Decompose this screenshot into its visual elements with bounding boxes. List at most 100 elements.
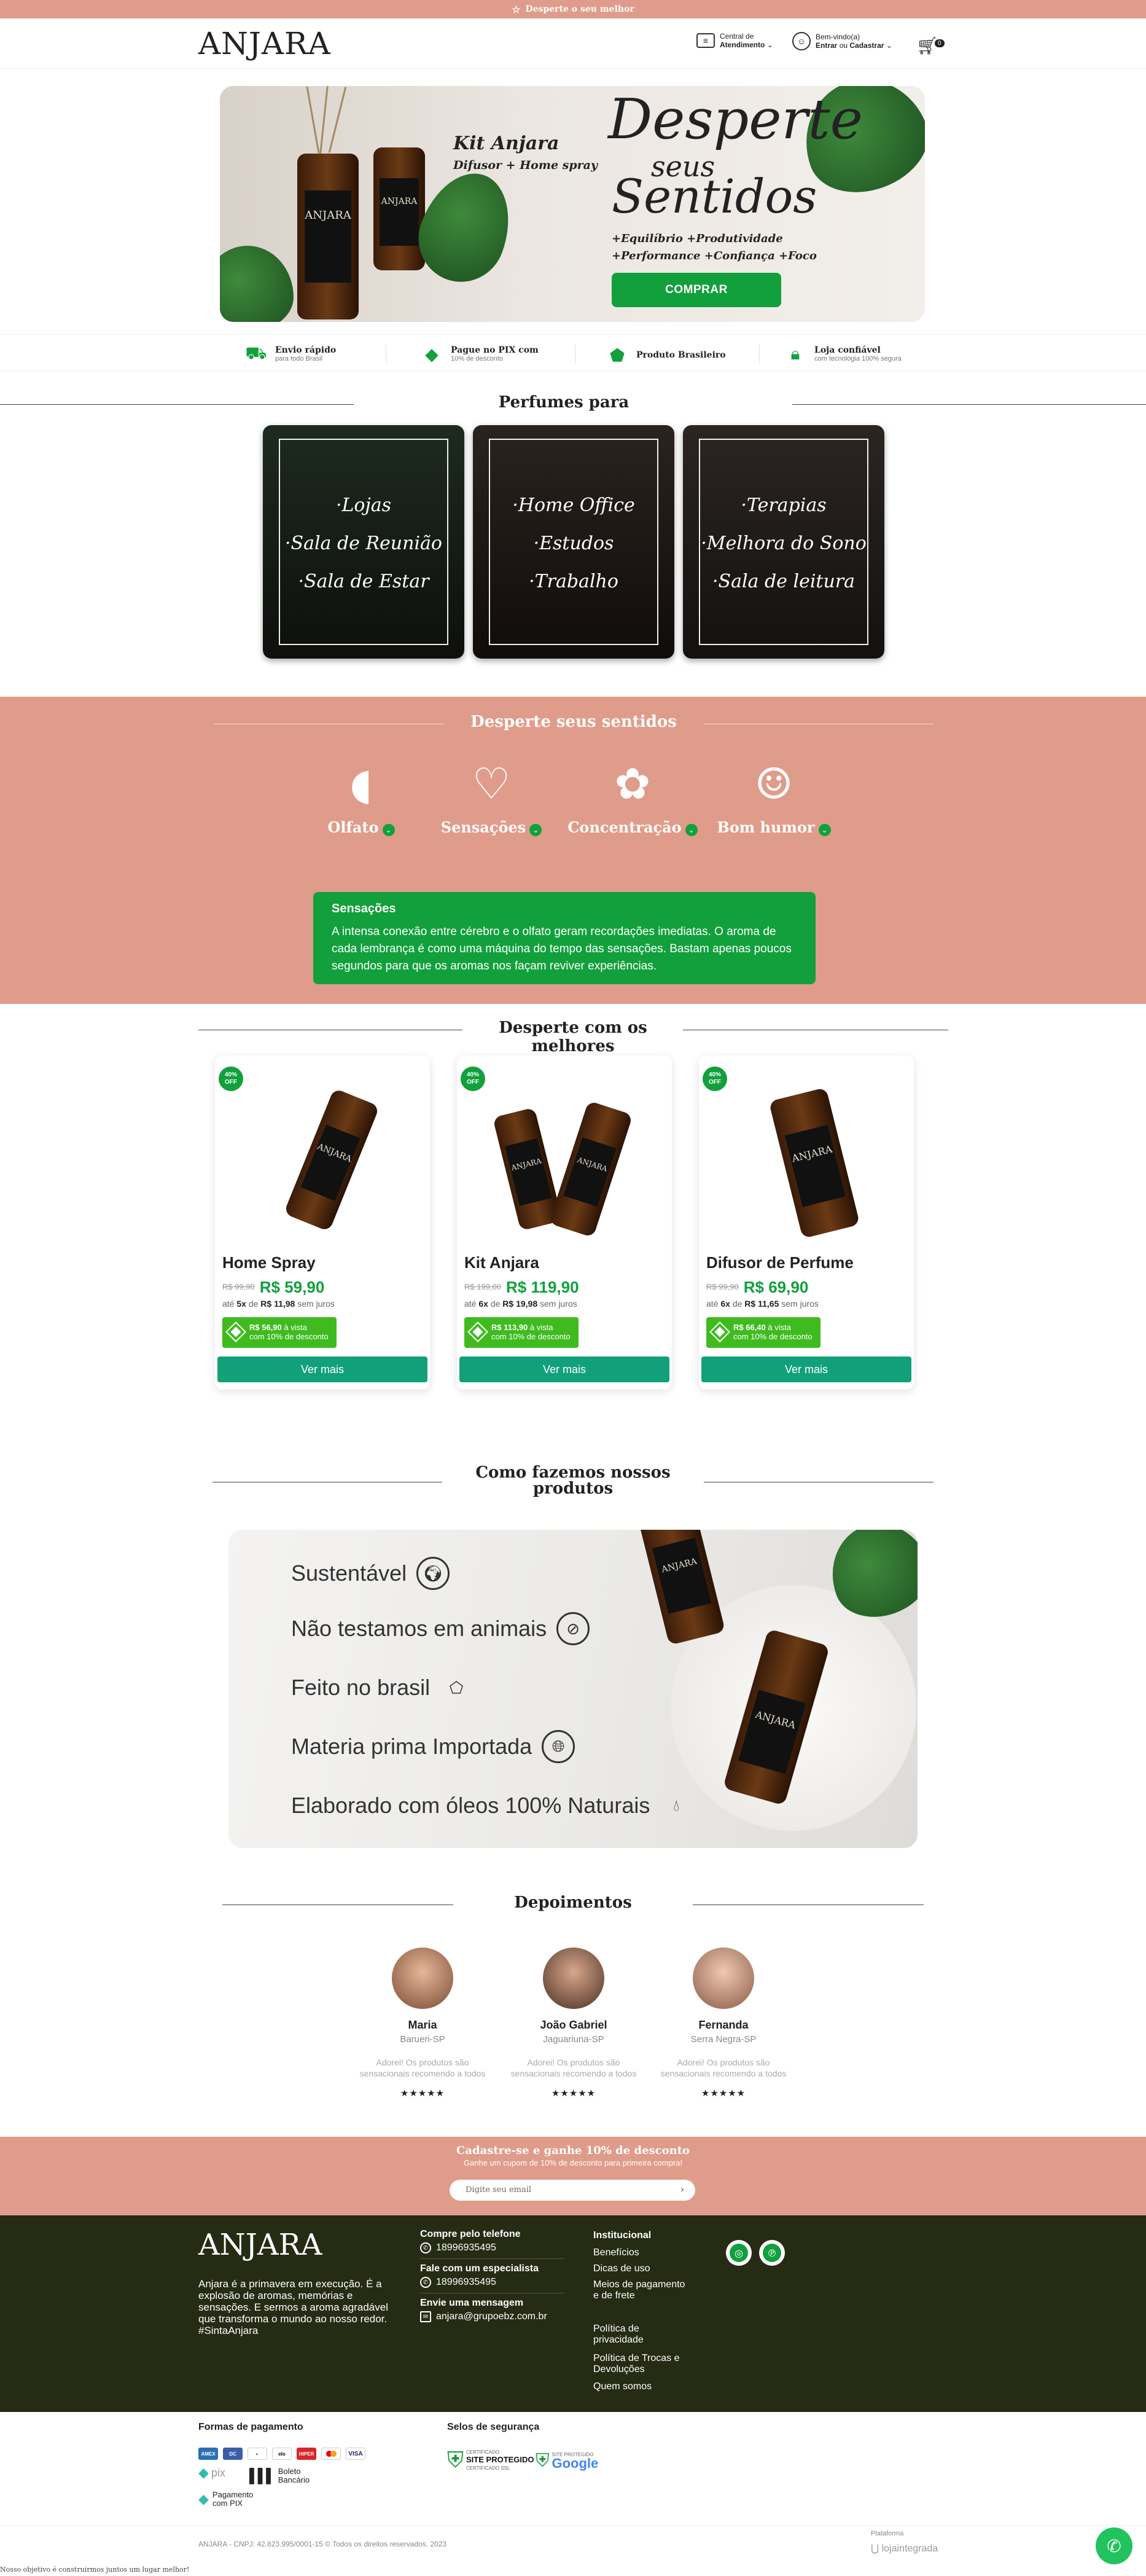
barcode-icon: ▌▌▌ [249,2468,276,2483]
product-card[interactable]: 40% OFF ANJARA Difusor de Perfume R$ 99,9… [699,1055,914,1390]
testimonial-card: João Gabriel Jaguariuna-SP Adorei! Os pr… [506,1948,641,2099]
feature-pix: ◆ Pague no PIX com 10% de desconto [420,343,539,364]
whatsapp-icon: ✆ [1107,2535,1121,2556]
feature-sub: para todo Brasil [275,355,323,362]
footer-logo: ANJARA [198,2228,322,2262]
mastercard-icon [321,2448,341,2460]
feature-brazilian: ⬟ Produto Brasileiro [606,345,726,366]
bottle-label: ANJARA [738,1689,806,1774]
newsletter-email-input[interactable]: Digite seu email › [450,2180,695,2201]
avatar [693,1948,754,2009]
footer-link[interactable]: Meios de pagamento e de frete [593,2279,685,2301]
specialist-phone[interactable]: ✆ 18996935495 [420,2277,496,2288]
product-name[interactable]: Home Spray [222,1253,316,1272]
pix-icon: ◆ [425,343,439,364]
perfume-card[interactable]: ·Terapias ·Melhora do Sono ·Sala de leit… [683,425,884,659]
pix-label: Pagamento com PIX [212,2490,254,2508]
pix-price-badge: R$ 66,40 à vista com 10% de desconto [706,1317,821,1348]
footer-link[interactable]: Política de privacidade [593,2323,655,2346]
diffuser-bottle-image: ANJARA [297,154,359,319]
nose-icon: ◖ [349,759,373,809]
see-more-button[interactable]: Ver mais [459,1357,669,1382]
footer-link[interactable]: Quem somos [593,2381,704,2392]
product-image[interactable]: ANJARA [730,1068,883,1252]
product-image[interactable]: ANJARA ANJARA [488,1068,641,1252]
announcement-text: Desperte o seu melhor [525,4,634,14]
reed-stick [319,86,329,154]
chevron-down-icon: ⌄ [685,823,698,836]
central-line1: Central de [720,32,754,41]
newsletter-subtitle: Ganhe um cupom de 10% de desconto para p… [463,2158,683,2167]
rabbit-icon: ⊘ [556,1612,590,1645]
product-card[interactable]: 40% OFF ANJARA Home Spray R$ 99,90 R$ 59,9… [215,1055,430,1390]
como-label: Feito no brasil [291,1675,431,1700]
instagram-link[interactable]: ◎ [726,2240,752,2266]
platform-logo[interactable]: ⋃ lojaintegrada [871,2542,938,2554]
perfume-card[interactable]: ·Home Office ·Estudos ·Trabalho [473,425,674,659]
customer-service-link[interactable]: ≡ Central de Atendimento ⌄ [696,32,773,49]
login-link[interactable]: Entrar [816,41,837,50]
avatar [392,1948,453,2009]
product-name[interactable]: Kit Anjara [464,1253,539,1272]
buy-button[interactable]: COMPRAR [612,273,781,307]
product-price: R$ 69,90 [743,1278,809,1296]
bottle-label: ANJARA [380,178,419,246]
bottle-label: ANJARA [300,1124,361,1202]
spray-bottle-image: ANJARA [548,1100,633,1238]
feature-sub: com tecnologia 100% segura [814,355,902,362]
bottle-label: ANJARA [563,1137,617,1207]
see-more-button[interactable]: Ver mais [701,1357,911,1382]
hero-script-3: Sentidos [612,169,817,224]
sense-description-box: Sensações A intensa conexão entre cérebr… [313,892,816,984]
product-image[interactable]: ANJARA [246,1068,399,1252]
account-menu[interactable]: ☺ Bem-vindo(a) Entrar ou Cadastrar ⌄ [792,32,892,50]
sense-description-text: A intensa conexão entre cérebro e o olfa… [332,925,792,973]
diners-icon: DC [223,2448,243,2460]
register-link[interactable]: Cadastrar [849,41,884,50]
elo-icon: elo [272,2448,292,2460]
sense-label: Bom humor [717,818,815,836]
footer-link[interactable]: Benefícios [593,2247,704,2258]
footer-link[interactable]: Dicas de uso [593,2263,704,2274]
boleto-label: Boleto Bancário [278,2467,310,2484]
discover-icon: ◐ [248,2448,267,2460]
footer-email[interactable]: ✉ anjara@grupoebz.com.br [420,2311,547,2322]
site-logo[interactable]: ANJARA [198,26,331,61]
see-more-button[interactable]: Ver mais [217,1357,427,1382]
cart-icon[interactable]: 🛒︎ [916,36,938,56]
globe-icon: 🌐︎ [542,1730,575,1763]
top-announcement-bar: ☆ Desperte o seu melhor [0,0,1146,18]
hero-script-1: Desperte [608,87,863,152]
testimonial-location: Jaguariuna-SP [543,2034,604,2045]
sense-bom-humor[interactable]: ☺ Bom humor ⌄ [706,754,841,836]
hero-kit-subtitle: Difusor + Home spray [453,159,598,172]
como-item: Elaborado com óleos 100% Naturais 💧︎ [291,1789,693,1822]
bottle-label: ANJARA [784,1124,846,1207]
card-text: ·Home Office ·Estudos ·Trabalho [473,487,674,601]
buy-phone[interactable]: ✆ 18996935495 [420,2242,496,2253]
chevron-down-icon: ⌄ [529,823,542,836]
feature-shipping: ⛟ Envio rápido para todo Brasil [244,343,336,364]
star-rating: ★★★★★ [551,2088,596,2099]
testimonial-location: Barueri-SP [400,2034,445,2045]
sense-olfato[interactable]: ◖ Olfato ⌄ [294,754,429,836]
testimonial-text: Adorei! Os produtos são sensacionais rec… [660,2057,787,2078]
footer-link[interactable]: Política de Trocas e Devoluções [593,2353,698,2375]
chevron-down-icon: ⌄ [766,41,773,49]
product-name[interactable]: Difusor de Perfume [706,1253,854,1272]
pinterest-link[interactable]: ℗ [759,2240,785,2266]
perfume-card[interactable]: ·Lojas ·Sala de Reunião ·Sala de Estar [263,425,464,659]
visa-icon: VISA [346,2448,365,2460]
chevron-down-icon: ⌄ [886,41,892,50]
sense-concentracao[interactable]: ✿ Concentração ⌄ [565,754,700,836]
testimonial-text: Adorei! Os produtos são sensacionais rec… [359,2057,486,2078]
chevron-down-icon: ⌄ [382,823,395,836]
chevron-right-icon[interactable]: › [680,2183,684,2195]
cart-count-badge: 0 [935,39,945,47]
mail-icon: ✉ [420,2311,431,2322]
sense-sensacoes[interactable]: ♡ Sensações ⌄ [424,754,559,836]
product-card[interactable]: 40% OFF ANJARA ANJARA Kit Anjara R$ 199,0… [457,1055,672,1390]
whatsapp-float-button[interactable]: ✆ [1096,2527,1132,2564]
product-price-line: R$ 99,90 R$ 59,90 [222,1278,324,1297]
senses-title: Desperte seus sentidos [470,713,677,731]
